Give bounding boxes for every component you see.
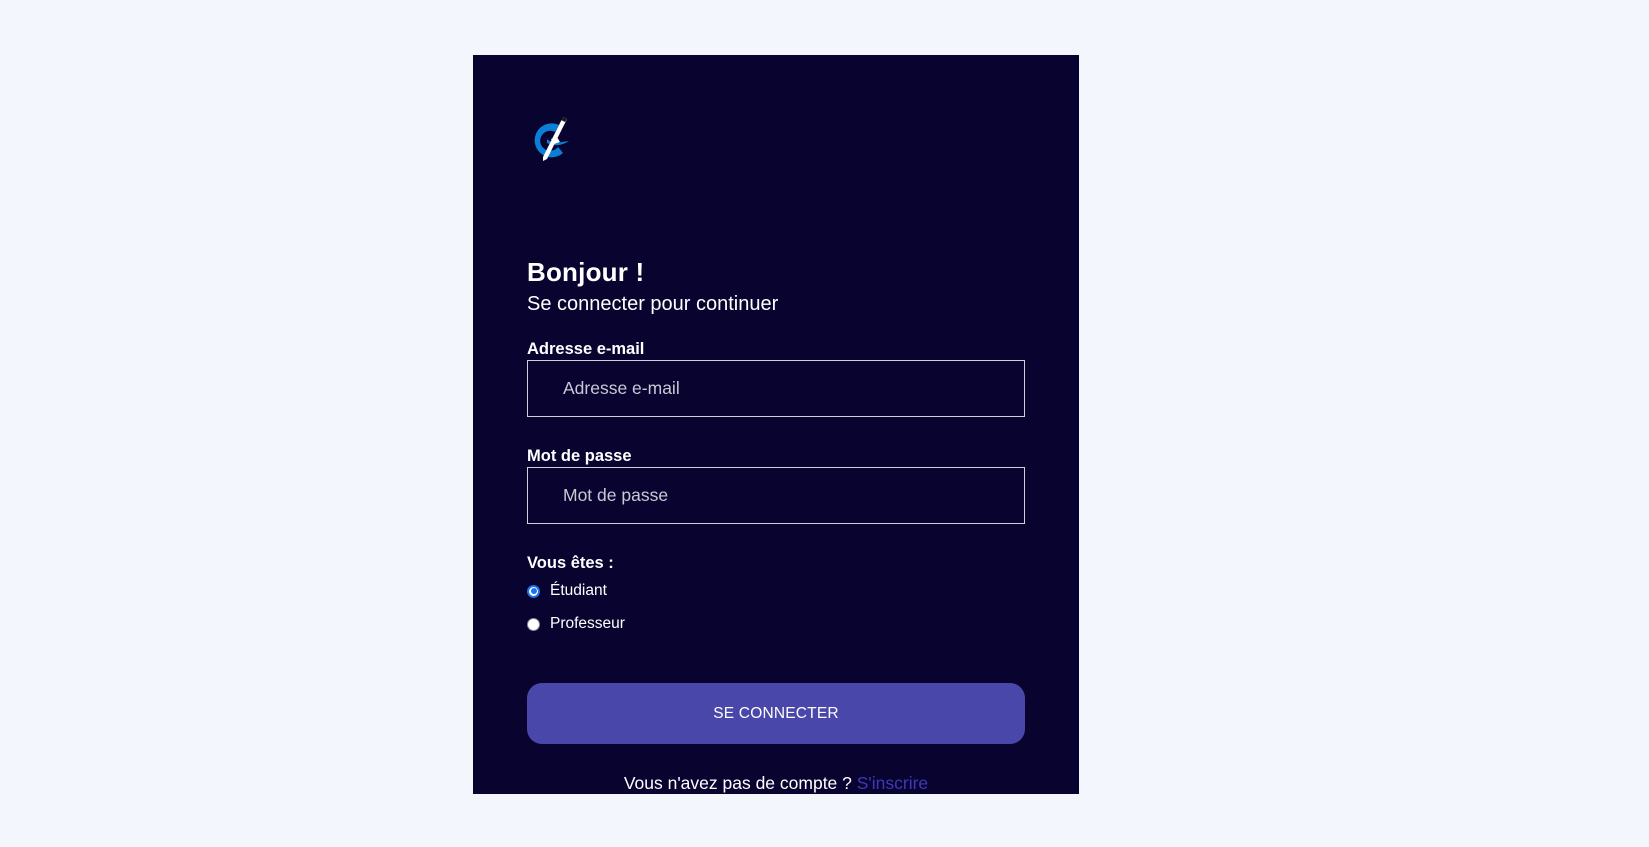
role-option-etudiant[interactable]: Étudiant [527, 580, 607, 602]
signup-prompt: Vous n'avez pas de compte ? S'inscrire [473, 772, 1079, 794]
email-field[interactable] [527, 360, 1025, 417]
email-label: Adresse e-mail [527, 340, 645, 358]
role-label: Vous êtes : [527, 554, 614, 572]
login-button[interactable]: SE CONNECTER [527, 683, 1025, 744]
signup-prompt-text: Vous n'avez pas de compte ? [623, 773, 857, 793]
radio-button[interactable] [527, 617, 540, 631]
password-field[interactable] [527, 467, 1025, 524]
radio-button-selected[interactable] [527, 584, 540, 598]
login-card: Bonjour ! Se connecter pour continuer Ad… [473, 55, 1079, 794]
role-option-label: Professeur [550, 615, 625, 632]
compass-pen-logo-icon [534, 117, 569, 161]
subtitle: Se connecter pour continuer [527, 293, 779, 315]
signup-link[interactable]: S'inscrire [857, 773, 928, 793]
role-option-label: Étudiant [550, 582, 607, 599]
password-label: Mot de passe [527, 447, 632, 465]
role-option-professeur[interactable]: Professeur [527, 613, 625, 635]
greeting-heading: Bonjour ! [527, 257, 645, 287]
